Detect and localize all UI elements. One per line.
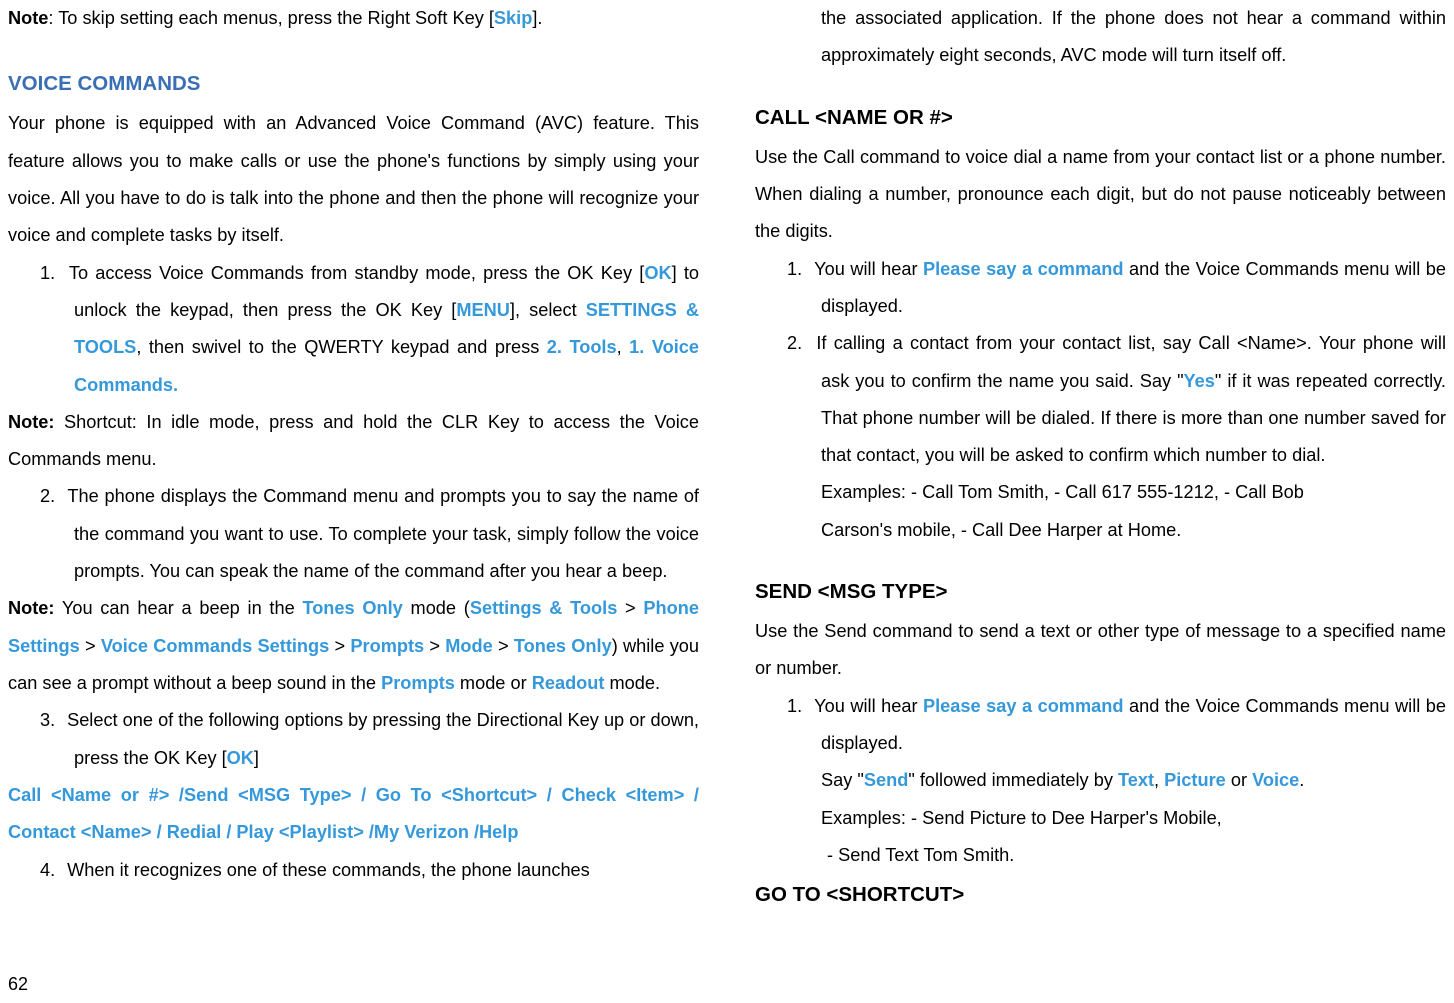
li2-text: The phone displays the Command menu and … [67, 486, 699, 581]
n3a: You can hear a beep in the [54, 598, 302, 618]
li1-comma: , [617, 337, 630, 357]
gt2: > [80, 636, 101, 656]
say-a: Say " [821, 770, 864, 790]
please-say-command: Please say a command [923, 259, 1123, 279]
voice-type: Voice [1252, 770, 1299, 790]
n3d: mode or [455, 673, 532, 693]
picture-type: Picture [1164, 770, 1226, 790]
send-list-item-1: 1. You will hear Please say a command an… [755, 688, 1446, 763]
note-label: Note [8, 8, 48, 28]
list-num: 4. [40, 852, 62, 889]
gt4: > [424, 636, 445, 656]
document-page: Note: To skip setting each menus, press … [0, 0, 1454, 1003]
gt5: > [493, 636, 514, 656]
list-item-2: 2. The phone displays the Command menu a… [8, 478, 699, 590]
heading-call: CALL <NAME OR #> [755, 97, 1446, 139]
right-column: the associated application. If the phone… [727, 0, 1454, 1003]
text-type: Text [1118, 770, 1154, 790]
heading-goto: GO TO <SHORTCUT> [755, 874, 1446, 916]
note-text: : To skip setting each menus, press the … [48, 8, 494, 28]
send-say-line: Say "Send" followed immediately by Text,… [755, 762, 1446, 799]
li4-continuation: the associated application. If the phone… [755, 0, 1446, 75]
li3-text-a: Select one of the following options by p… [67, 710, 699, 767]
settings-tools-path: Settings & Tools [470, 598, 618, 618]
say-b: " followed immediately by [908, 770, 1118, 790]
menu-key: MENU [456, 300, 510, 320]
yes-prompt: Yes [1184, 371, 1215, 391]
period: . [1299, 770, 1304, 790]
li4-text: When it recognizes one of these commands… [67, 860, 590, 880]
note-text: Shortcut: In idle mode, press and hold t… [8, 412, 699, 469]
mode-path: Mode [445, 636, 493, 656]
note-end: ]. [532, 8, 542, 28]
or: or [1226, 770, 1252, 790]
n3b: mode ( [403, 598, 470, 618]
left-column: Note: To skip setting each menus, press … [0, 0, 727, 1003]
list-num: 3. [40, 702, 62, 739]
vcs-path: Voice Commands Settings [101, 636, 329, 656]
note-skip: Note: To skip setting each menus, press … [8, 0, 699, 37]
send-examples-1: Examples: - Send Picture to Dee Harper's… [755, 800, 1446, 837]
prompts-path: Prompts [350, 636, 424, 656]
ok-key: OK [644, 263, 671, 283]
cli1-a: You will hear [814, 259, 923, 279]
voice-intro: Your phone is equipped with an Advanced … [8, 105, 699, 254]
call-list-item-1: 1. You will hear Please say a command an… [755, 251, 1446, 326]
list-item-3: 3. Select one of the following options b… [8, 702, 699, 777]
li1-text-d: , then swivel to the QWERTY keypad and p… [136, 337, 546, 357]
skip-key: Skip [494, 8, 532, 28]
note-shortcut: Note: Shortcut: In idle mode, press and … [8, 404, 699, 479]
heading-send: SEND <MSG TYPE> [755, 571, 1446, 613]
tools-option: 2. Tools [547, 337, 617, 357]
tones-only-2: Tones Only [514, 636, 612, 656]
li3-text-b: ] [254, 748, 259, 768]
page-number: 62 [8, 974, 28, 995]
send-keyword: Send [864, 770, 908, 790]
readout-mode: Readout [532, 673, 605, 693]
list-num: 2. [40, 478, 62, 515]
gt1: > [617, 598, 643, 618]
call-examples-2: Carson's mobile, - Call Dee Harper at Ho… [755, 512, 1446, 549]
list-num: 1. [787, 251, 809, 288]
li1-text-c: ], select [510, 300, 586, 320]
list-num: 2. [787, 325, 809, 362]
send-examples-2: - Send Text Tom Smith. [755, 837, 1446, 874]
gt3: > [329, 636, 350, 656]
command-list: Call <Name or #> /Send <MSG Type> / Go T… [8, 777, 699, 852]
call-intro: Use the Call command to voice dial a nam… [755, 139, 1446, 251]
list-num: 1. [40, 255, 62, 292]
prompts-mode: Prompts [381, 673, 455, 693]
send-intro: Use the Send command to send a text or o… [755, 613, 1446, 688]
call-examples-1: Examples: - Call Tom Smith, - Call 617 5… [755, 474, 1446, 511]
sli1-a: You will hear [814, 696, 923, 716]
heading-voice-commands: VOICE COMMANDS [8, 63, 699, 105]
li1-text-a: To access Voice Commands from standby mo… [69, 263, 644, 283]
n3e: mode. [604, 673, 660, 693]
note-beep: Note: You can hear a beep in the Tones O… [8, 590, 699, 702]
note-label: Note: [8, 598, 54, 618]
please-say-command: Please say a command [923, 696, 1123, 716]
list-num: 1. [787, 688, 809, 725]
call-list-item-2: 2. If calling a contact from your contac… [755, 325, 1446, 474]
list-item-1: 1. To access Voice Commands from standby… [8, 255, 699, 404]
note-label: Note: [8, 412, 54, 432]
list-item-4: 4. When it recognizes one of these comma… [8, 852, 699, 889]
tones-only: Tones Only [302, 598, 402, 618]
ok-key: OK [227, 748, 254, 768]
comma1: , [1154, 770, 1164, 790]
